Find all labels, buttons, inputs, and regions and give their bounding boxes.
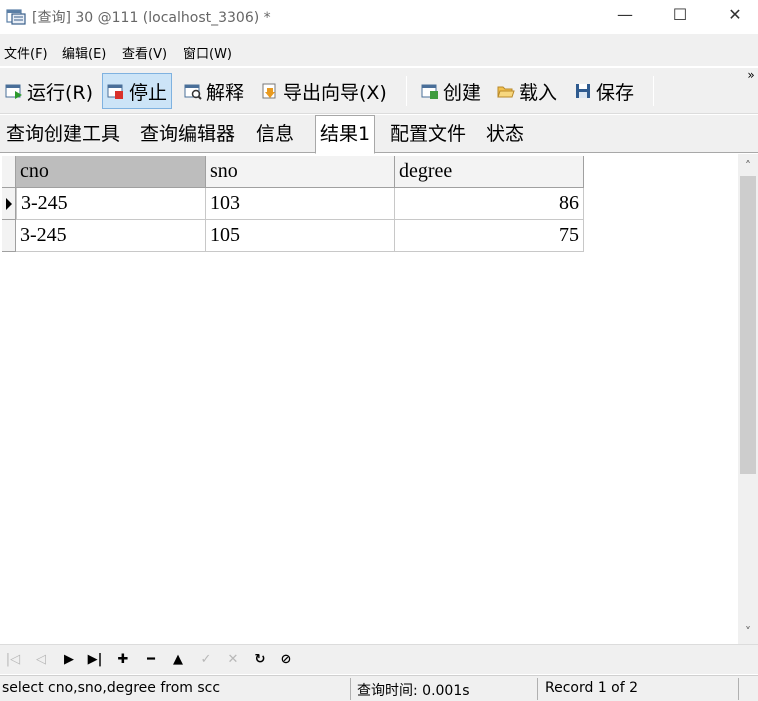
last-record-icon[interactable]: ▶|	[86, 651, 104, 669]
explain-icon	[184, 84, 202, 100]
toolbar-separator	[653, 76, 654, 106]
row-indicator[interactable]	[2, 188, 16, 220]
scroll-thumb[interactable]	[740, 176, 756, 474]
status-sql: select cno,sno,degree from scc	[2, 680, 221, 696]
tab-profile[interactable]: 配置文件	[386, 118, 470, 153]
column-header-cno[interactable]: cno	[16, 156, 206, 188]
status-divider	[738, 678, 739, 700]
scroll-down-icon[interactable]: ˅	[738, 622, 758, 642]
stop-loading-icon[interactable]: ⊘	[277, 651, 295, 669]
run-label: 运行(R)	[27, 81, 94, 104]
toolbar-overflow-button[interactable]: »	[746, 68, 756, 82]
status-divider	[350, 678, 351, 700]
scroll-up-icon[interactable]: ˄	[738, 156, 758, 176]
maximize-button[interactable]: ☐	[655, 0, 705, 32]
record-navigator: |◁ ◁ ▶ ▶| ✚ ━ ▲ ✓ ✕ ↻ ⊘	[0, 644, 758, 674]
export-wizard-button[interactable]: 导出向导(X)	[261, 73, 387, 109]
tab-query-builder[interactable]: 查询创建工具	[2, 118, 124, 153]
status-divider	[537, 678, 538, 700]
close-button[interactable]: ✕	[710, 0, 758, 32]
table-cell[interactable]: 86	[395, 188, 584, 220]
tab-result1[interactable]: 结果1	[315, 115, 376, 154]
status-query-time: 查询时间: 0.001s	[357, 683, 470, 699]
first-record-icon[interactable]: |◁	[4, 651, 22, 669]
table-cell[interactable]: 3-245	[16, 188, 206, 220]
menu-bar: 文件(F) 编辑(E) 查看(V) 窗口(W)	[0, 34, 758, 66]
toolbar: 运行(R) 停止 解释 导出向导(X) 创建 载入 保存 »	[0, 68, 758, 114]
refresh-icon[interactable]: ↻	[251, 651, 269, 669]
next-record-icon[interactable]: ▶	[60, 651, 78, 669]
toolbar-separator	[406, 76, 407, 106]
current-row-arrow-icon	[6, 198, 12, 210]
result-grid-area: cno sno degree 3-245 103 86 3-245 105 75	[0, 154, 738, 644]
load-button[interactable]: 载入	[497, 73, 557, 109]
menu-file[interactable]: 文件(F)	[4, 43, 48, 62]
column-header-sno[interactable]: sno	[206, 156, 395, 188]
table-cell[interactable]: 3-245	[16, 220, 206, 252]
run-icon	[5, 84, 22, 99]
insert-record-icon[interactable]: ✚	[114, 651, 132, 669]
stop-label: 停止	[129, 81, 168, 104]
explain-label: 解释	[206, 81, 245, 104]
tab-status[interactable]: 状态	[482, 118, 528, 153]
table-cell[interactable]: 75	[395, 220, 584, 252]
menu-window[interactable]: 窗口(W)	[183, 43, 232, 62]
prev-record-icon[interactable]: ◁	[32, 651, 50, 669]
run-button[interactable]: 运行(R)	[5, 73, 93, 109]
save-button[interactable]: 保存	[574, 73, 634, 109]
header-indicator-cell	[2, 156, 16, 188]
menu-edit[interactable]: 编辑(E)	[62, 43, 106, 62]
status-record: Record 1 of 2	[545, 680, 639, 696]
stop-button[interactable]: 停止	[102, 73, 173, 109]
delete-record-icon[interactable]: ━	[142, 651, 160, 669]
window-title: [查询] 30 @111 (localhost_3306) *	[32, 10, 271, 26]
tab-strip: 查询创建工具 查询编辑器 信息 结果1 配置文件 状态	[0, 115, 758, 154]
table-cell[interactable]: 105	[206, 220, 395, 252]
folder-open-icon	[497, 86, 515, 98]
vertical-scrollbar[interactable]: ˄ ˅	[738, 154, 758, 644]
tab-info[interactable]: 信息	[252, 118, 298, 153]
status-bar: select cno,sno,degree from scc 查询时间: 0.0…	[0, 675, 758, 701]
export-icon	[262, 83, 276, 99]
query-window-icon	[6, 9, 26, 25]
load-label: 载入	[519, 81, 558, 104]
title-bar: [查询] 30 @111 (localhost_3306) * — ☐ ✕	[0, 0, 758, 32]
save-label: 保存	[596, 81, 635, 104]
minimize-button[interactable]: —	[600, 0, 650, 32]
menu-view[interactable]: 查看(V)	[122, 43, 167, 62]
create-button[interactable]: 创建	[421, 73, 481, 109]
overflow-icon: »	[747, 68, 755, 82]
tab-query-editor[interactable]: 查询编辑器	[136, 118, 239, 153]
create-icon	[421, 84, 438, 99]
row-indicator[interactable]	[2, 220, 16, 252]
export-wizard-label: 导出向导(X)	[283, 81, 387, 104]
save-icon	[576, 84, 590, 98]
explain-button[interactable]: 解释	[184, 73, 244, 109]
post-edit-icon[interactable]: ▲	[169, 651, 187, 669]
apply-changes-icon[interactable]: ✓	[197, 651, 215, 669]
column-header-degree[interactable]: degree	[395, 156, 584, 188]
create-label: 创建	[443, 81, 482, 104]
cancel-changes-icon[interactable]: ✕	[224, 651, 242, 669]
table-cell[interactable]: 103	[206, 188, 395, 220]
stop-icon	[107, 84, 123, 99]
